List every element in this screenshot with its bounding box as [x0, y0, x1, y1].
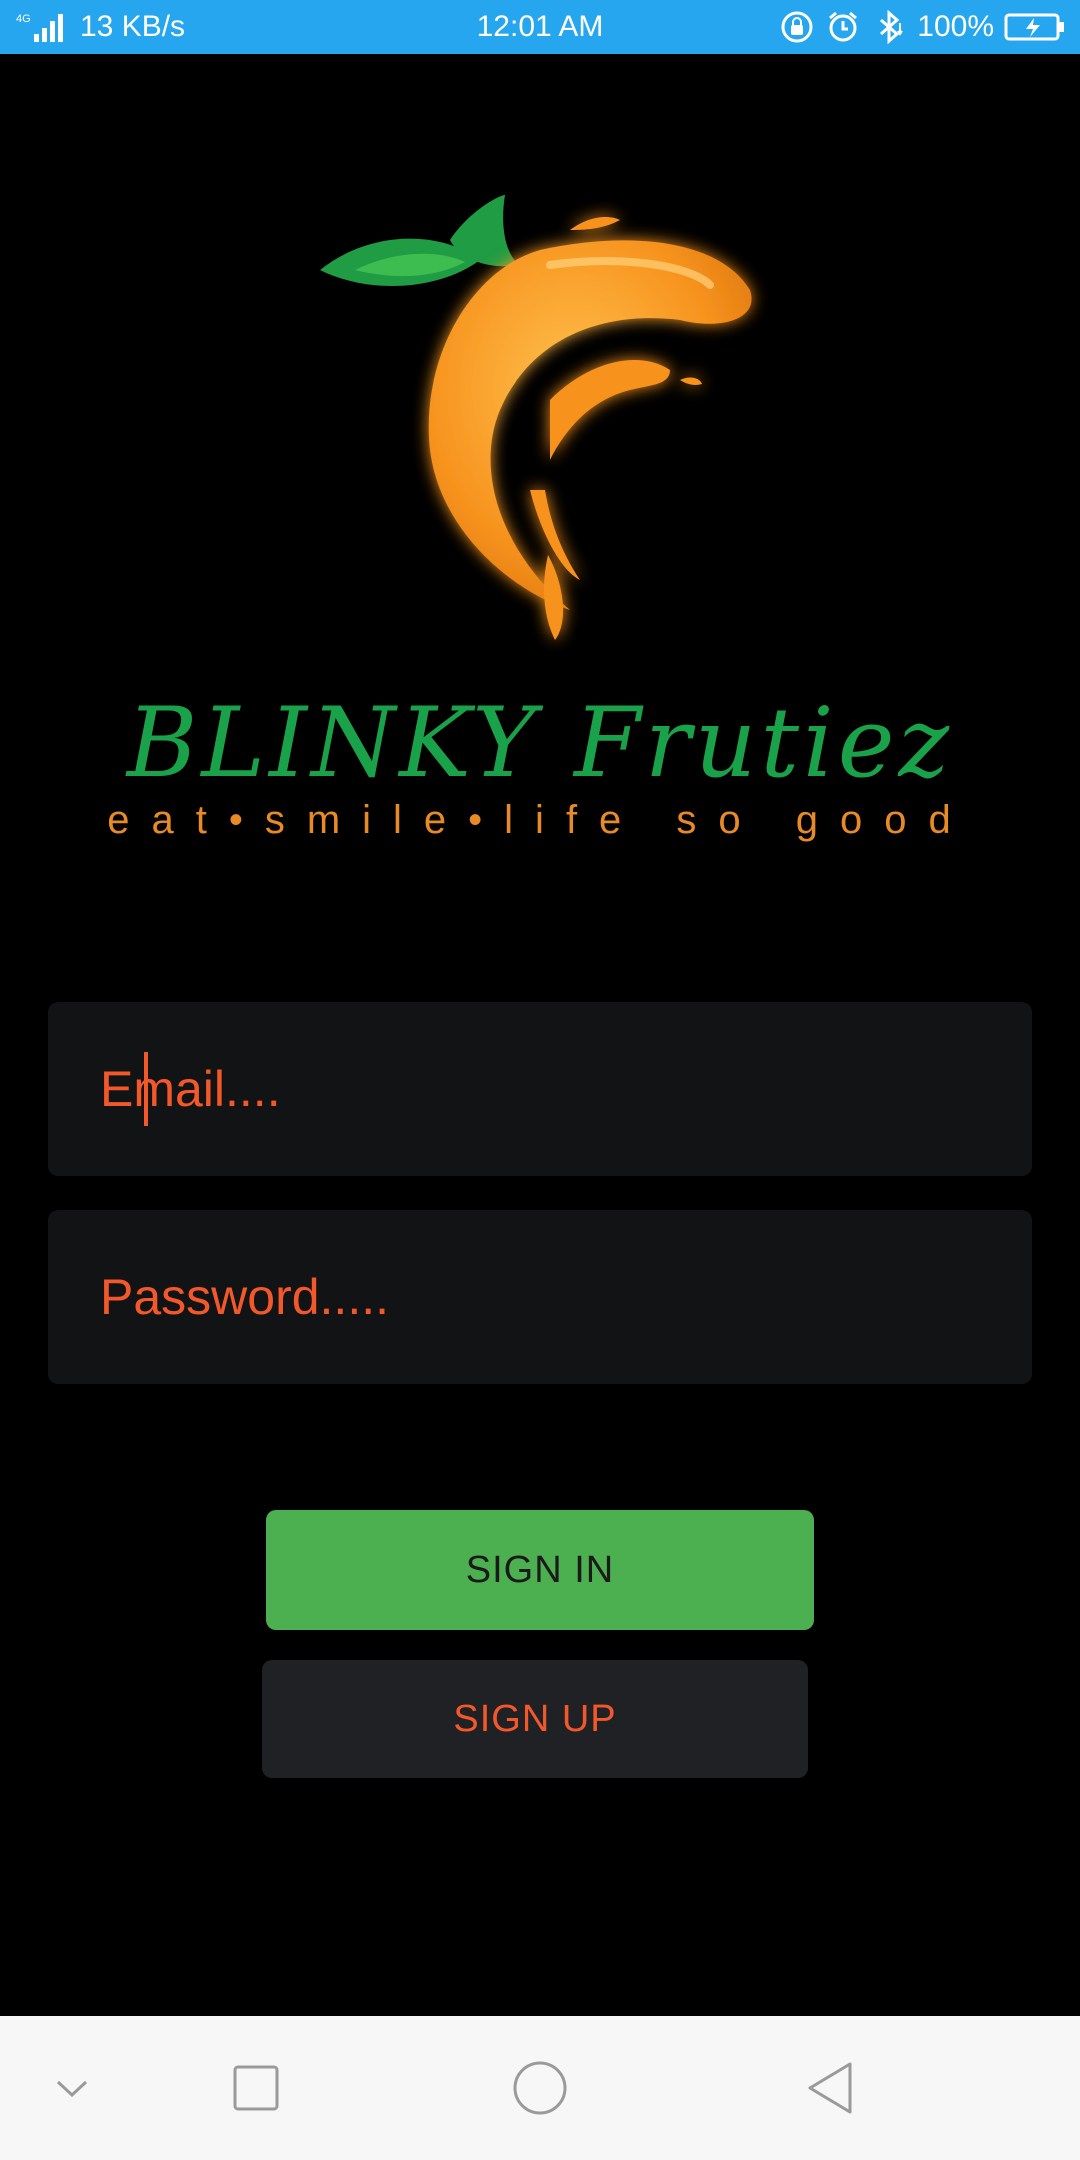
signal-icon: 4G — [16, 13, 63, 42]
recents-icon — [233, 2065, 279, 2111]
nav-recents-button[interactable] — [214, 2046, 298, 2130]
sign-up-button[interactable]: SIGN UP — [262, 1660, 808, 1778]
nav-back-button[interactable] — [788, 2046, 872, 2130]
status-left: 4G 13 KB/s — [14, 10, 374, 44]
status-bar: 4G 13 KB/s 12:01 AM 100% — [0, 0, 1080, 54]
email-input[interactable] — [98, 1059, 982, 1119]
app-logo: BLINKY Frutiez eat•smile•life so good — [0, 160, 1080, 860]
nav-home-button[interactable] — [498, 2046, 582, 2130]
alarm-icon — [829, 11, 858, 42]
password-input[interactable] — [98, 1267, 982, 1327]
nav-down-button[interactable] — [30, 2046, 114, 2130]
status-right: 100% — [706, 9, 1066, 45]
rotation-lock-icon — [781, 11, 813, 43]
password-field-container[interactable] — [48, 1210, 1032, 1384]
network-speed: 13 KB/s — [80, 10, 186, 43]
back-icon — [808, 2062, 852, 2114]
brand-tagline: eat•smile•life so good — [107, 798, 973, 842]
email-field-container[interactable] — [48, 1002, 1032, 1176]
chevron-down-icon — [56, 2080, 88, 2098]
text-caret — [144, 1052, 148, 1126]
navigation-bar — [0, 2016, 1080, 2160]
orange-fruit-logo-icon — [320, 195, 752, 640]
brand-name: BLINKY Frutiez — [126, 687, 954, 799]
svg-text:4G: 4G — [16, 13, 31, 25]
status-time: 12:01 AM — [476, 10, 604, 43]
bluetooth-icon — [880, 9, 904, 45]
sign-in-button[interactable]: SIGN IN — [266, 1510, 814, 1630]
home-icon — [513, 2061, 567, 2115]
battery-charging-icon — [1004, 13, 1064, 41]
battery-percent: 100% — [917, 10, 994, 43]
